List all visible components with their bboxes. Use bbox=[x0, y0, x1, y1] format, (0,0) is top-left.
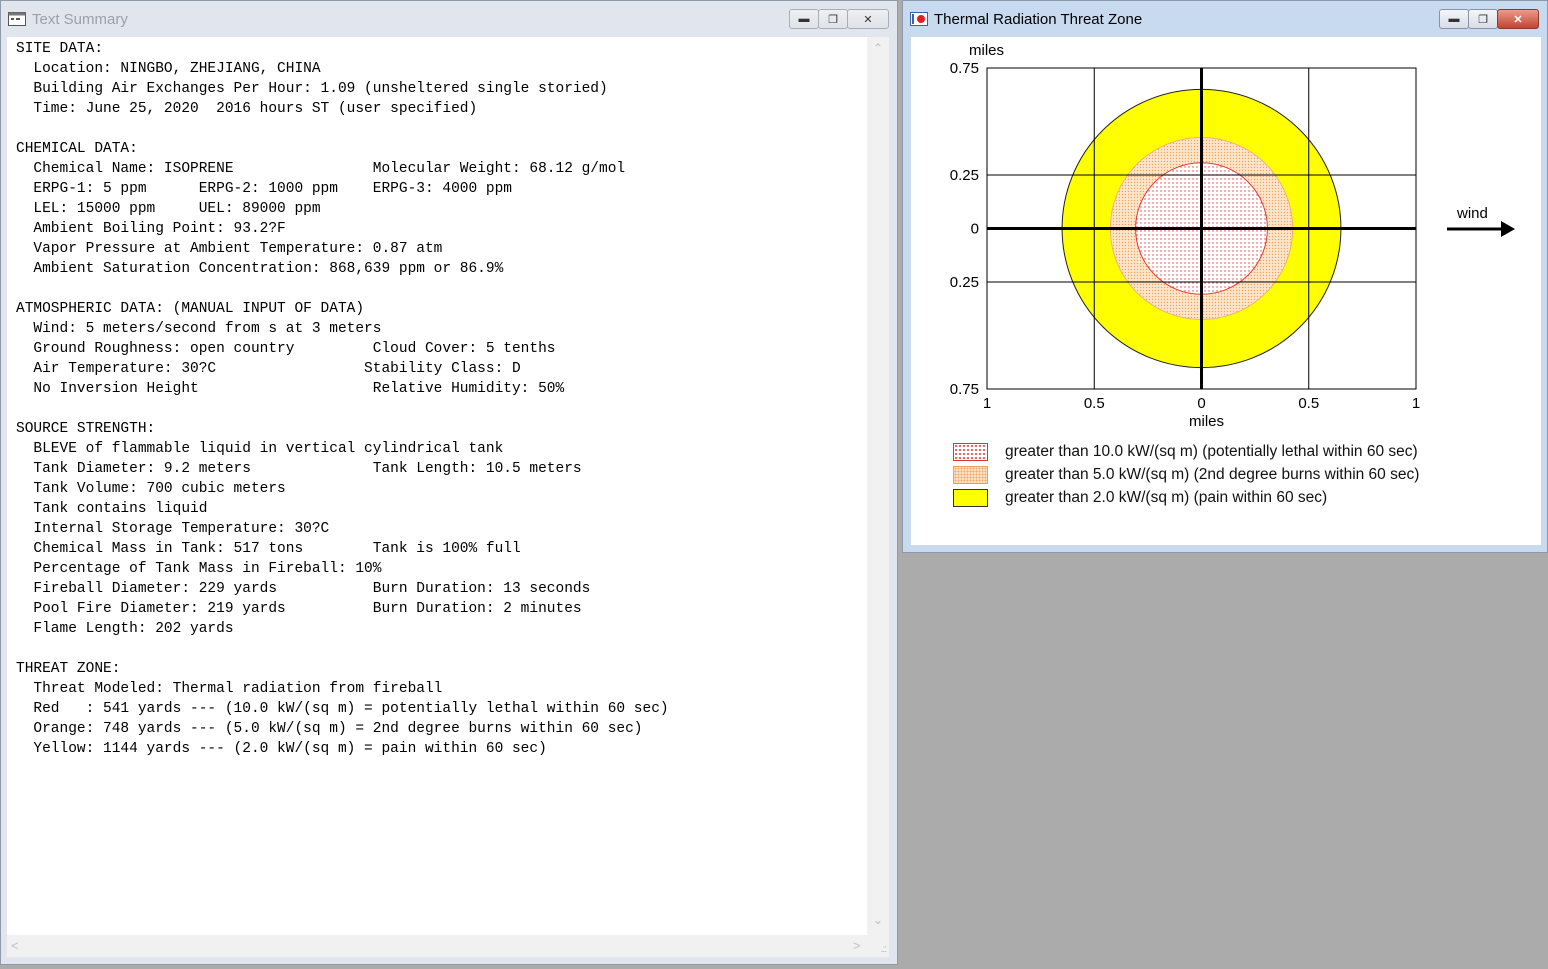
scroll-up-icon[interactable]: ⌃ bbox=[867, 41, 889, 55]
scroll-right-icon[interactable]: > bbox=[853, 938, 861, 953]
minimize-icon: ▬ bbox=[798, 13, 810, 25]
summary-line: LEL: 15000 ppm UEL: 89000 ppm bbox=[16, 201, 321, 217]
text-window-icon bbox=[8, 12, 26, 26]
x-axis-unit: miles bbox=[1189, 413, 1224, 430]
threat-legend: greater than 10.0 kW/(sq m) (potentially… bbox=[953, 440, 1419, 509]
summary-line bbox=[16, 399, 669, 419]
legend-swatch-red bbox=[953, 442, 988, 461]
summary-line bbox=[16, 119, 669, 139]
summary-line bbox=[16, 279, 669, 299]
summary-line: CHEMICAL DATA: bbox=[16, 141, 138, 157]
wind-label: wind bbox=[1456, 205, 1488, 222]
wind-arrow-icon bbox=[1447, 221, 1515, 237]
threat-zone-titlebar[interactable]: Thermal Radiation Threat Zone ▬ ❐ ✕ bbox=[903, 1, 1547, 37]
scroll-left-icon[interactable]: < bbox=[11, 938, 19, 953]
maximize-button[interactable]: ❐ bbox=[818, 9, 848, 29]
text-summary-content[interactable]: SITE DATA: Location: NINGBO, ZHEJIANG, C… bbox=[7, 37, 889, 957]
summary-line: Red : 541 yards --- (10.0 kW/(sq m) = po… bbox=[16, 701, 669, 717]
close-button[interactable]: ✕ bbox=[1497, 9, 1539, 29]
legend-label: greater than 10.0 kW/(sq m) (potentially… bbox=[1005, 442, 1418, 460]
summary-line: BLEVE of flammable liquid in vertical cy… bbox=[16, 441, 504, 457]
restore-icon: ❐ bbox=[828, 13, 838, 26]
summary-line: Tank contains liquid bbox=[16, 501, 208, 517]
summary-line: Tank Volume: 700 cubic meters bbox=[16, 481, 286, 497]
legend-label: greater than 5.0 kW/(sq m) (2nd degree b… bbox=[1005, 465, 1420, 483]
text-summary-titlebar[interactable]: Text Summary ▬ ❐ ✕ bbox=[1, 1, 897, 37]
summary-text: SITE DATA: Location: NINGBO, ZHEJIANG, C… bbox=[16, 39, 669, 759]
summary-line: Tank Diameter: 9.2 meters Tank Length: 1… bbox=[16, 461, 582, 477]
legend-item-orange: greater than 5.0 kW/(sq m) (2nd degree b… bbox=[953, 463, 1419, 486]
summary-line: Fireball Diameter: 229 yards Burn Durati… bbox=[16, 581, 591, 597]
maximize-button[interactable]: ❐ bbox=[1468, 9, 1498, 29]
threat-zone-chart: 1 0.5 0 0.5 10.750.2500.250.75 miles miles w… bbox=[950, 42, 1515, 430]
resize-grip-icon[interactable]: .:: bbox=[881, 944, 887, 955]
legend-label: greater than 2.0 kW/(sq m) (pain within … bbox=[1005, 488, 1328, 506]
summary-line: Percentage of Tank Mass in Fireball: 10% bbox=[16, 561, 382, 577]
summary-line: Orange: 748 yards --- (5.0 kW/(sq m) = 2… bbox=[16, 721, 643, 737]
y-tick-label: 0.25 bbox=[950, 167, 979, 184]
minimize-button[interactable]: ▬ bbox=[1439, 9, 1469, 29]
summary-line: ATMOSPHERIC DATA: (MANUAL INPUT OF DATA) bbox=[16, 301, 365, 317]
summary-line: Pool Fire Diameter: 219 yards Burn Durat… bbox=[16, 601, 582, 617]
close-icon: ✕ bbox=[1513, 13, 1523, 26]
x-tick-label: 0 bbox=[1197, 395, 1205, 412]
summary-line: Flame Length: 202 yards bbox=[16, 621, 234, 637]
summary-line bbox=[16, 639, 669, 659]
summary-line: ERPG-1: 5 ppm ERPG-2: 1000 ppm ERPG-3: 4… bbox=[16, 181, 512, 197]
minimize-button[interactable]: ▬ bbox=[789, 9, 819, 29]
x-tick-label: 0.5 bbox=[1298, 395, 1319, 412]
vertical-scrollbar[interactable]: ⌃ ⌄ bbox=[867, 37, 889, 935]
summary-line: Ambient Boiling Point: 93.2?F bbox=[16, 221, 286, 237]
threat-zone-window: Thermal Radiation Threat Zone ▬ ❐ ✕ 1 0.5… bbox=[902, 0, 1548, 553]
y-tick-label: 0.75 bbox=[950, 60, 979, 77]
summary-line: Location: NINGBO, ZHEJIANG, CHINA bbox=[16, 61, 321, 77]
summary-line: Threat Modeled: Thermal radiation from f… bbox=[16, 681, 443, 697]
close-button[interactable]: ✕ bbox=[847, 9, 889, 29]
text-summary-window: Text Summary ▬ ❐ ✕ SITE DATA: Location: … bbox=[0, 0, 898, 965]
close-icon: ✕ bbox=[863, 13, 873, 26]
threat-window-icon bbox=[910, 12, 928, 26]
summary-line: Time: June 25, 2020 2016 hours ST (user … bbox=[16, 101, 478, 117]
threat-zone-plot-area: 1 0.5 0 0.5 1 0.75 0.25 0 0.25 0.75 miles miles w… bbox=[911, 37, 1541, 545]
summary-line: Wind: 5 meters/second from s at 3 meters bbox=[16, 321, 382, 337]
legend-item-red: greater than 10.0 kW/(sq m) (potentially… bbox=[953, 440, 1419, 463]
summary-line: Ambient Saturation Concentration: 868,63… bbox=[16, 261, 504, 277]
text-summary-title: Text Summary bbox=[32, 10, 128, 28]
threat-zone-title: Thermal Radiation Threat Zone bbox=[934, 10, 1143, 28]
y-axis-unit: miles bbox=[969, 42, 1004, 59]
summary-line: Vapor Pressure at Ambient Temperature: 0… bbox=[16, 241, 443, 257]
x-tick-label: 1 bbox=[1412, 395, 1420, 412]
summary-line: No Inversion Height Relative Humidity: 5… bbox=[16, 381, 565, 397]
summary-line: Internal Storage Temperature: 30?C bbox=[16, 521, 330, 537]
x-tick-label: 1 bbox=[983, 395, 991, 412]
scroll-down-icon[interactable]: ⌄ bbox=[867, 913, 889, 927]
minimize-icon: ▬ bbox=[1448, 13, 1460, 25]
horizontal-scrollbar[interactable]: < > .:: bbox=[7, 935, 889, 957]
summary-line: Air Temperature: 30?C Stability Class: D bbox=[16, 361, 521, 377]
summary-line: Building Air Exchanges Per Hour: 1.09 (u… bbox=[16, 81, 608, 97]
legend-swatch-orange bbox=[953, 465, 988, 484]
summary-line: Chemical Mass in Tank: 517 tons Tank is … bbox=[16, 541, 521, 557]
y-tick-label: 0.75 bbox=[950, 381, 979, 398]
restore-icon: ❐ bbox=[1478, 13, 1488, 26]
summary-line: Yellow: 1144 yards --- (2.0 kW/(sq m) = … bbox=[16, 741, 547, 757]
summary-line: SITE DATA: bbox=[16, 41, 104, 57]
legend-swatch-yellow bbox=[953, 488, 988, 507]
y-tick-label: 0.25 bbox=[950, 274, 979, 291]
summary-line: THREAT ZONE: bbox=[16, 661, 121, 677]
x-tick-label: 0.5 bbox=[1084, 395, 1105, 412]
summary-line: SOURCE STRENGTH: bbox=[16, 421, 156, 437]
legend-item-yellow: greater than 2.0 kW/(sq m) (pain within … bbox=[953, 486, 1419, 509]
summary-line: Ground Roughness: open country Cloud Cov… bbox=[16, 341, 556, 357]
summary-line: Chemical Name: ISOPRENE Molecular Weight… bbox=[16, 161, 626, 177]
y-tick-label: 0 bbox=[971, 221, 979, 238]
